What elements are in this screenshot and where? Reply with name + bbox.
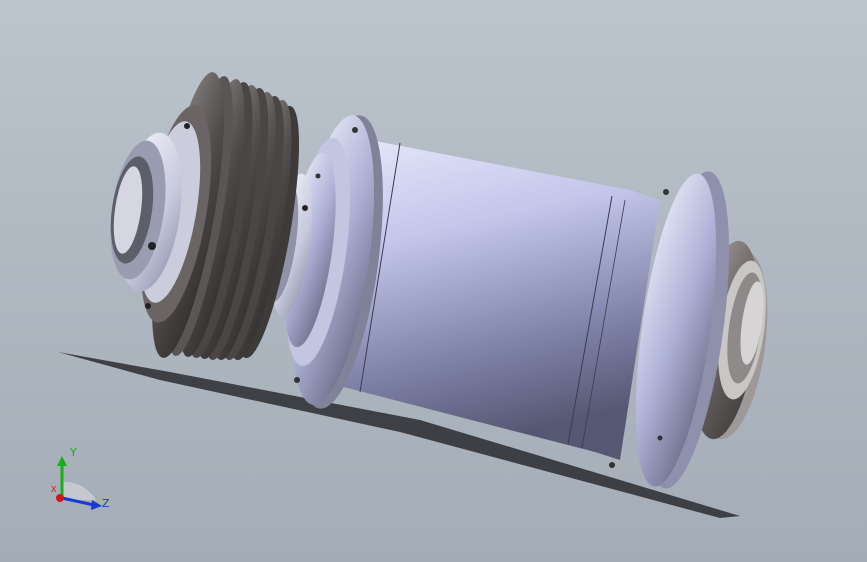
graphics-viewport[interactable]: Y Z X xyxy=(0,0,867,562)
y-axis-arrow xyxy=(57,456,67,466)
x-axis-dot xyxy=(56,494,64,502)
x-axis-label: X xyxy=(51,485,57,494)
z-axis-label: Z xyxy=(102,497,110,510)
y-axis-label: Y xyxy=(69,446,77,459)
z-axis-arrow xyxy=(91,500,102,510)
coordinate-triad: Y Z X xyxy=(51,446,110,510)
triad-plane xyxy=(62,481,96,500)
cad-model-view[interactable] xyxy=(0,0,867,562)
